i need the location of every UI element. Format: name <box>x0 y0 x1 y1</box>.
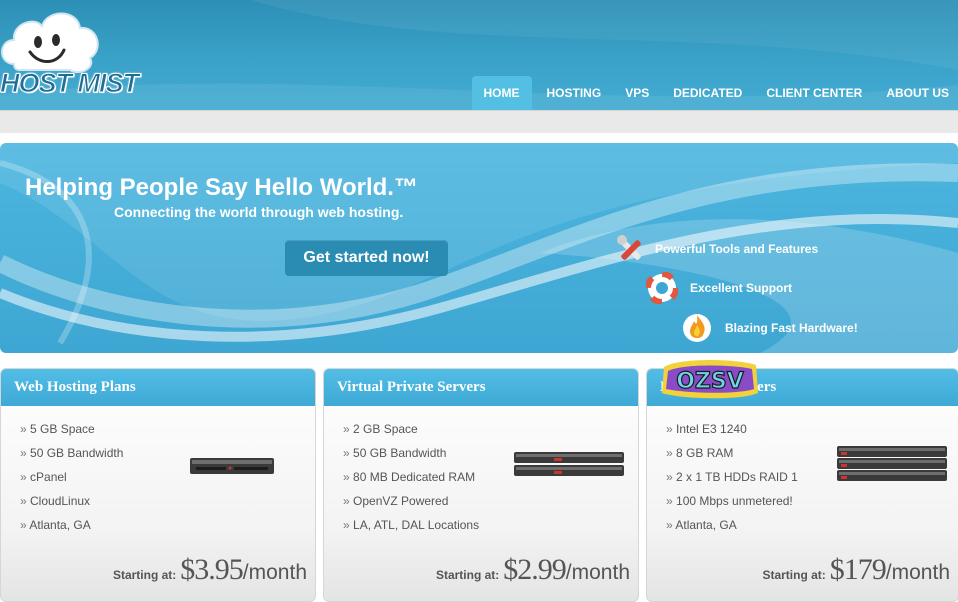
lifebuoy-icon <box>646 272 678 304</box>
nav-about-us[interactable]: ABOUT US <box>877 76 958 110</box>
price-row: Starting at: $179 /month <box>762 553 950 587</box>
watermark-badge: OZSV <box>662 360 758 399</box>
list-item: Intel E3 1240 <box>666 421 798 445</box>
price-label: Starting at: <box>762 568 826 582</box>
feature-support-label: Excellent Support <box>690 281 793 295</box>
main-nav: HOME HOSTING VPS DEDICATED CLIENT CENTER… <box>466 76 958 110</box>
card-title: Web Hosting Plans <box>1 369 315 406</box>
price-unit: /month <box>885 561 950 584</box>
server-icon <box>190 458 274 474</box>
site-header: HOST MIST HOME HOSTING VPS DEDICATED CLI… <box>0 0 958 110</box>
price-label: Starting at: <box>435 568 500 582</box>
card-title: Virtual Private Servers <box>324 369 638 406</box>
feature-list: 5 GB Space 50 GB Bandwidth cPanel CloudL… <box>20 421 123 541</box>
list-item: Atlanta, GA <box>20 517 123 541</box>
watermark-text: OZSV <box>676 369 744 394</box>
nav-client-center[interactable]: CLIENT CENTER <box>757 76 871 110</box>
server-icon <box>837 446 947 481</box>
flame-icon <box>683 314 711 342</box>
plan-card-dedicated: Dedicated Servers Intel E3 1240 8 GB RAM… <box>646 368 958 602</box>
sub-bar <box>0 110 958 133</box>
nav-vps[interactable]: VPS <box>616 76 658 110</box>
plan-card-web-hosting: Web Hosting Plans 5 GB Space 50 GB Bandw… <box>0 368 316 602</box>
feature-hardware-label: Blazing Fast Hardware! <box>725 321 858 335</box>
list-item: Atlanta, GA <box>666 517 798 541</box>
hero-title: Helping People Say Hello World.™ <box>25 174 418 201</box>
logo-text: HOST MIST <box>0 68 140 99</box>
server-icon <box>514 452 624 476</box>
nav-dedicated[interactable]: DEDICATED <box>664 76 751 110</box>
plan-card-vps: Virtual Private Servers 2 GB Space 50 GB… <box>323 368 639 602</box>
site-logo[interactable]: HOST MIST <box>0 6 140 102</box>
nav-hosting[interactable]: HOSTING <box>538 76 611 110</box>
feature-tools-label: Powerful Tools and Features <box>655 242 819 256</box>
hero-subtitle: Connecting the world through web hosting… <box>114 204 404 220</box>
list-item: 2 GB Space <box>343 421 479 445</box>
list-item: OpenVZ Powered <box>343 493 479 517</box>
price-amount: $179 <box>829 553 887 586</box>
price-amount: $3.95 <box>180 553 243 586</box>
price-label: Starting at: <box>112 568 177 582</box>
nav-home[interactable]: HOME <box>471 76 532 110</box>
price-unit: /month <box>242 561 307 584</box>
price-row: Starting at: $2.99 /month <box>436 553 630 587</box>
feature-list: 2 GB Space 50 GB Bandwidth 80 MB Dedicat… <box>343 421 479 541</box>
list-item: 50 GB Bandwidth <box>343 445 479 469</box>
get-started-button[interactable]: Get started now! <box>285 240 448 276</box>
feature-list: Intel E3 1240 8 GB RAM 2 x 1 TB HDDs RAI… <box>666 421 798 541</box>
price-row: Starting at: $3.95 /month <box>113 553 307 587</box>
list-item: cPanel <box>20 469 123 493</box>
price-amount: $2.99 <box>503 553 566 586</box>
list-item: 100 Mbps unmetered! <box>666 493 798 517</box>
list-item: 5 GB Space <box>20 421 123 445</box>
tools-icon <box>617 235 641 260</box>
hero-banner: Helping People Say Hello World.™ Connect… <box>0 143 958 353</box>
list-item: 8 GB RAM <box>666 445 798 469</box>
list-item: LA, ATL, DAL Locations <box>343 517 479 541</box>
list-item: 2 x 1 TB HDDs RAID 1 <box>666 469 798 493</box>
list-item: CloudLinux <box>20 493 123 517</box>
list-item: 80 MB Dedicated RAM <box>343 469 479 493</box>
price-unit: /month <box>565 561 630 584</box>
list-item: 50 GB Bandwidth <box>20 445 123 469</box>
